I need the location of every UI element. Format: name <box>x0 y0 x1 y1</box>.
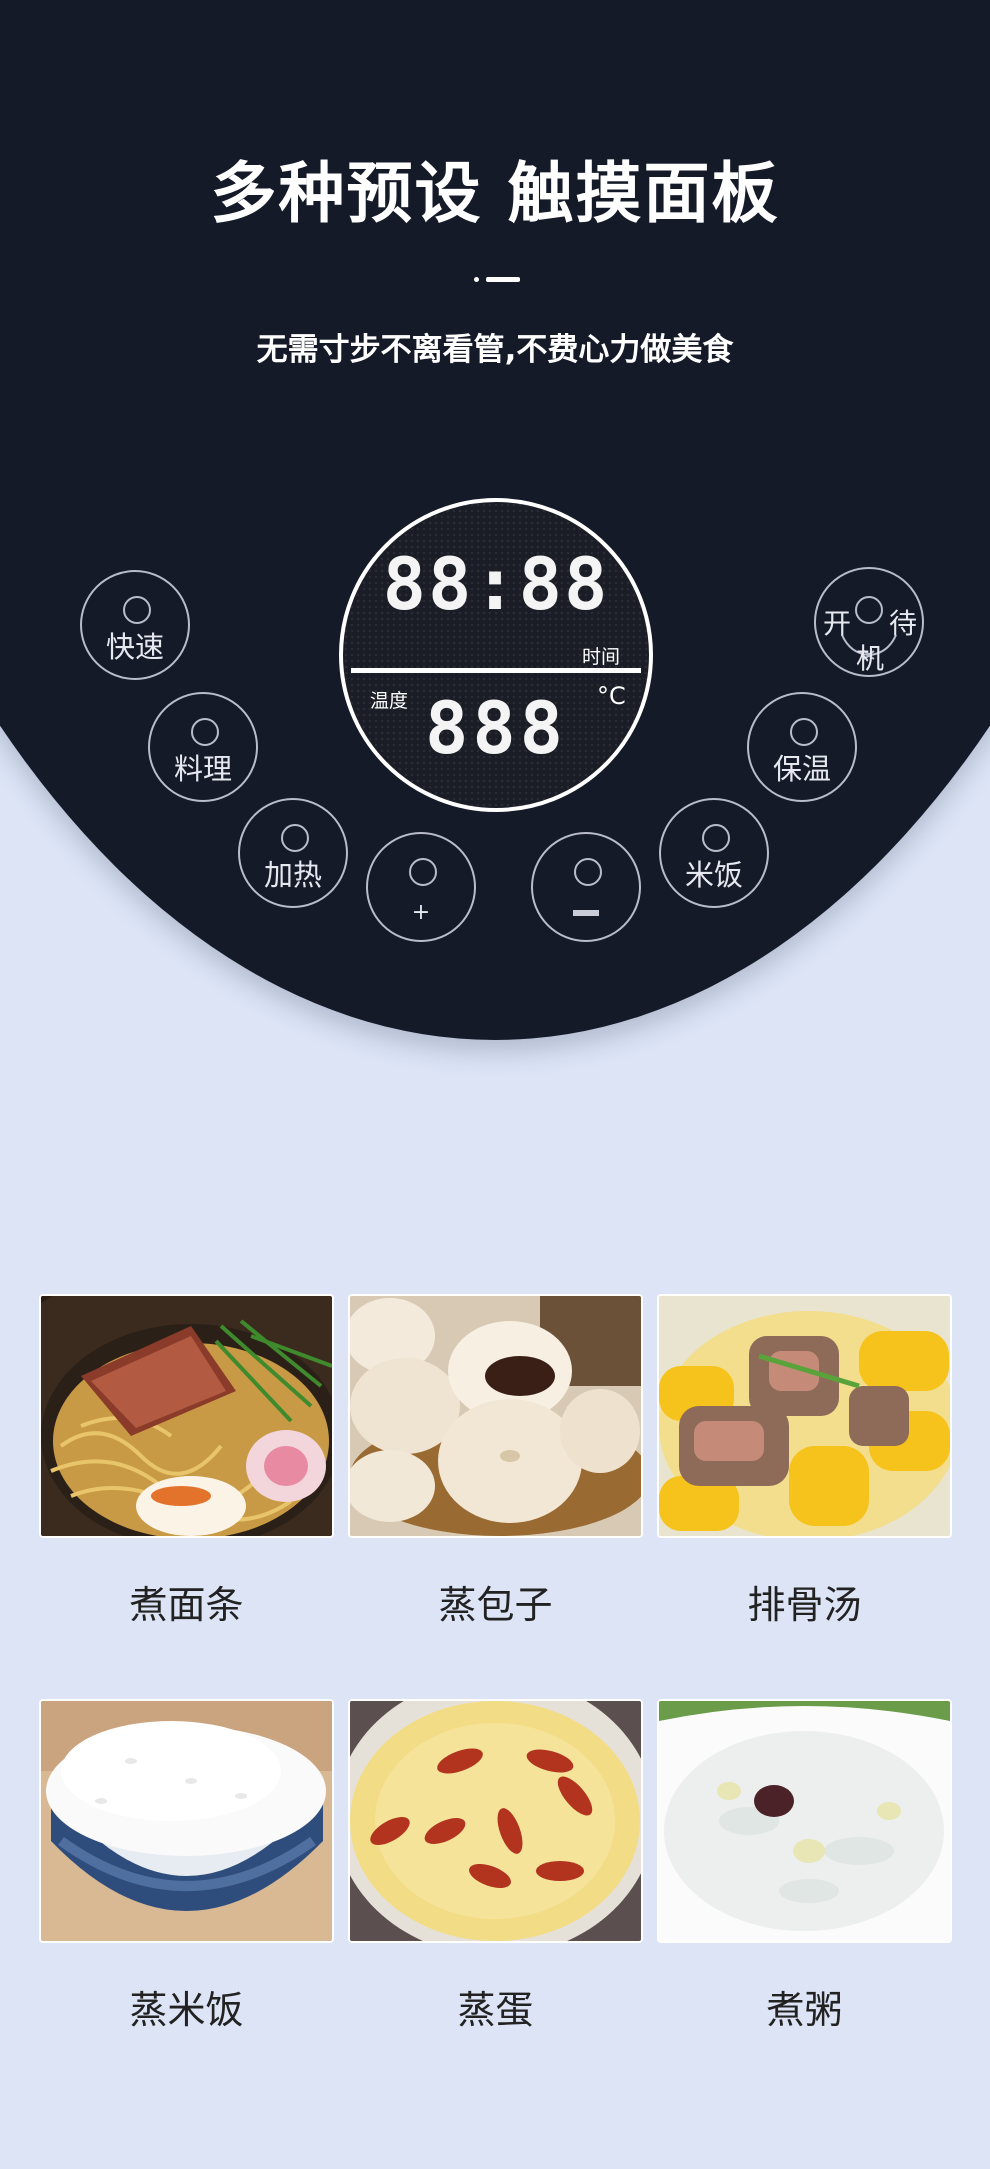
quick-button[interactable]: 快速 <box>80 570 190 680</box>
touch-indicator-icon <box>855 596 883 624</box>
headline: 多种预设 触摸面板 <box>210 155 780 232</box>
plus-button[interactable]: + <box>366 832 476 942</box>
led-display: 88:88 时间 温度 888 °C <box>339 498 653 812</box>
food-photo-buns <box>348 1294 643 1538</box>
touch-indicator-icon <box>574 858 602 886</box>
touch-indicator-icon <box>123 596 151 624</box>
minus-icon <box>573 910 599 916</box>
food-label-noodles: 煮面条 <box>129 1583 244 1627</box>
food-label-porridge: 煮粥 <box>766 1988 843 2032</box>
time-label: 时间 <box>582 646 621 668</box>
power-label-open: 开 <box>823 607 852 640</box>
rice-button[interactable]: 米饭 <box>659 798 769 908</box>
power-label-machine: 机 <box>856 642 885 675</box>
heat-button-label: 加热 <box>263 858 322 892</box>
cooking-button-label: 料理 <box>173 752 232 786</box>
food-photo-steamed-egg <box>348 1699 643 1943</box>
minus-button[interactable] <box>531 832 641 942</box>
temperature-unit: °C <box>597 682 626 710</box>
cooking-button[interactable]: 料理 <box>148 692 258 802</box>
keep-warm-button-label: 保温 <box>772 752 831 786</box>
power-standby-button[interactable]: 开 待 机 <box>814 567 924 677</box>
food-label-rib-soup: 排骨汤 <box>747 1583 862 1627</box>
food-label-steamed-egg: 蒸蛋 <box>457 1988 534 2032</box>
food-photo-rice <box>39 1699 334 1943</box>
food-photo-porridge <box>657 1699 952 1943</box>
display-separator <box>351 668 641 673</box>
quick-button-label: 快速 <box>105 630 164 664</box>
plus-button-label: + <box>411 900 431 925</box>
food-photo-rib-soup <box>657 1294 952 1538</box>
power-label-standby: 待 <box>889 607 918 640</box>
food-label-buns: 蒸包子 <box>438 1583 553 1627</box>
food-label-rice: 蒸米饭 <box>129 1988 244 2032</box>
touch-indicator-icon <box>409 858 437 886</box>
rice-button-label: 米饭 <box>684 858 743 892</box>
keep-warm-button[interactable]: 保温 <box>747 692 857 802</box>
touch-indicator-icon <box>790 718 818 746</box>
control-panel-banner: 多种预设 触摸面板 无需寸步不离看管,不费心力做美食 88:88 时间 温度 8… <box>0 0 990 1080</box>
touch-indicator-icon <box>281 824 309 852</box>
food-photo-noodles <box>39 1294 334 1538</box>
subtitle: 无需寸步不离看管,不费心力做美食 <box>256 332 734 368</box>
touch-indicator-icon <box>191 718 219 746</box>
heat-button[interactable]: 加热 <box>238 798 348 908</box>
time-readout: 88:88 <box>382 542 610 626</box>
touch-indicator-icon <box>702 824 730 852</box>
